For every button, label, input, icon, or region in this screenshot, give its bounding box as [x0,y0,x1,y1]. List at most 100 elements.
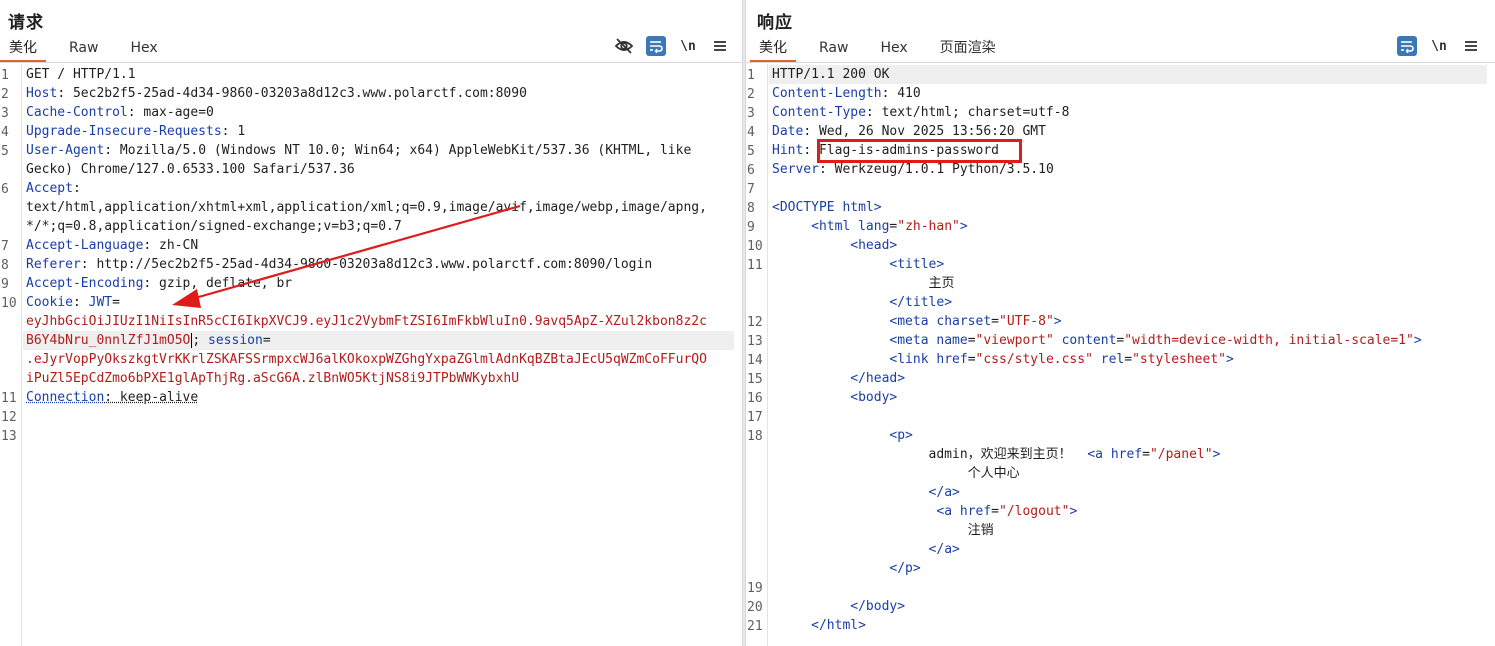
code-token: <meta [889,333,937,348]
code-line[interactable]: Accept-Language: zh-CN [26,236,736,255]
code-line[interactable]: text/html,application/xhtml+xml,applicat… [26,198,736,217]
code-token: rel [1100,352,1125,367]
code-token: > [1225,352,1234,367]
code-line[interactable]: </a> [772,483,1489,502]
code-token: Accept-Language [26,238,144,253]
code-line[interactable]: Content-Type: text/html; charset=utf-8 [772,103,1489,122]
line-number: 12 [1,410,17,425]
code-line[interactable]: B6Y4bNru_0nnlZfJ1mO5O; session= [26,331,736,350]
request-tab-hex[interactable]: Hex [121,38,166,62]
code-line[interactable]: Accept: [26,179,736,198]
request-title: 请求 [8,13,44,33]
code-line[interactable]: eyJhbGciOiJIUzI1NiIsInR5cCI6IkpXVCJ9.eyJ… [26,312,736,331]
code-line[interactable]: Date: Wed, 26 Nov 2025 13:56:20 GMT [772,122,1489,141]
code-token: = [991,504,999,519]
code-token: Host [26,86,58,101]
word-wrap-icon[interactable] [1397,36,1417,56]
code-line[interactable]: </html> [772,616,1489,635]
code-token: "UTF-8" [999,314,1054,329]
code-line[interactable]: Cache-Control: max-age=0 [26,103,736,122]
code-token: "viewport" [975,333,1062,348]
code-token: </html> [811,618,866,633]
code-line[interactable]: Gecko) Chrome/127.0.6533.100 Safari/537.… [26,160,736,179]
code-token: > [959,219,968,234]
code-line[interactable]: <p> [772,426,1489,445]
response-editor[interactable]: 1 HTTP/1.1 200 OK 2 Content-Length: 410 3 Con… [746,64,1495,646]
code-token: <title> [889,257,945,272]
code-line[interactable]: .eJyrVopPyOkszkgtVrKKrlZSKAFSSrmpxcWJ6al… [26,350,736,369]
code-token: <link [889,352,937,367]
code-token: : Wed, 26 Nov 2025 13:56:20 GMT [803,124,1046,139]
code-line[interactable]: Upgrade-Insecure-Requests: 1 [26,122,736,141]
code-token: = [112,295,120,310]
line-number: 21 [747,619,763,634]
code-line[interactable]: <title> [772,255,1489,274]
code-line[interactable]: Referer: http://5ec2b2f5-25ad-4d34-9860-… [26,255,736,274]
code-line[interactable]: <DOCTYPE html> [772,198,1489,217]
word-wrap-icon[interactable] [646,36,666,56]
code-line[interactable]: <meta name="viewport" content="width=dev… [772,331,1489,350]
line-number: 14 [747,353,763,368]
newline-toggle[interactable]: \n [1429,36,1449,56]
code-token: name [936,333,968,348]
code-line[interactable]: Cookie: JWT= [26,293,736,312]
code-line[interactable]: GET / HTTP/1.1 [26,65,736,84]
code-token: : zh-CN [143,238,199,253]
code-line[interactable]: 注销 [772,521,1489,540]
request-tab-raw[interactable]: Raw [60,38,107,62]
code-line[interactable]: Host: 5ec2b2f5-25ad-4d34-9860-03203a8d12… [26,84,736,103]
code-line[interactable]: <body> [772,388,1489,407]
menu-icon[interactable] [1461,36,1481,56]
code-line[interactable]: 主页 [772,274,1489,293]
code-line[interactable]: Connection: keep-alive [26,388,736,407]
code-line[interactable]: <html lang="zh-han"> [772,217,1489,236]
code-line[interactable]: </a> [772,540,1489,559]
code-line[interactable]: </title> [772,293,1489,312]
code-line[interactable]: HTTP/1.1 200 OK [772,65,1489,84]
request-tab-pretty[interactable]: 美化 [0,38,46,62]
code-line[interactable]: <link href="css/style.css" rel="styleshe… [772,350,1489,369]
code-line[interactable]: Server: Werkzeug/1.0.1 Python/3.5.10 [772,160,1489,179]
code-token: <head> [850,238,898,253]
code-token: eyJhbGciOiJIUzI1NiIsInR5cCI6IkpXVCJ9.eyJ… [26,314,707,329]
code-line[interactable]: Content-Length: 410 [772,84,1489,103]
code-line[interactable]: 个人中心 [772,464,1489,483]
code-line[interactable]: </p> [772,559,1489,578]
response-tab-hex[interactable]: Hex [871,38,916,62]
code-line[interactable]: <meta charset="UTF-8"> [772,312,1489,331]
line-number: 5 [1,144,9,159]
code-line[interactable]: <head> [772,236,1489,255]
code-token: href [1110,447,1143,462]
code-token: "stylesheet" [1132,352,1226,367]
response-tab-pretty[interactable]: 美化 [750,38,796,62]
code-line[interactable]: admin，欢迎来到主页！ <a href="/panel"> [772,445,1489,464]
response-tab-raw[interactable]: Raw [810,38,857,62]
response-tab-render[interactable]: 页面渲染 [931,38,1005,62]
code-token: href [936,352,968,367]
code-line[interactable]: </head> [772,369,1489,388]
code-line[interactable]: Hint: Flag-is-admins-password [772,141,1489,160]
code-token: Server [772,162,819,177]
code-line[interactable]: */*;q=0.8,application/signed-exchange;v=… [26,217,736,236]
line-number: 16 [747,391,763,406]
code-line[interactable]: Accept-Encoding: gzip, deflate, br [26,274,736,293]
code-line[interactable]: <a href="/logout"> [772,502,1489,521]
hide-nonprintable-icon[interactable] [614,36,634,56]
code-line[interactable]: </body> [772,597,1489,616]
code-token: = [967,333,976,348]
code-token: : [72,295,89,310]
menu-icon[interactable] [710,36,730,56]
line-number: 4 [747,125,755,140]
newline-toggle[interactable]: \n [678,36,698,56]
request-editor[interactable]: 1 GET / HTTP/1.1 2 Host: 5ec2b2f5-25ad-4d34… [0,64,742,646]
code-line[interactable]: User-Agent: Mozilla/5.0 (Windows NT 10.0… [26,141,736,160]
code-line[interactable]: iPuZl5EpCdZmo6bPXE1glApThjRg.aScG6A.zlBn… [26,369,736,388]
code-token: Accept-Encoding [26,276,144,291]
code-token: : http://5ec2b2f5-25ad-4d34-9860-03203a8… [80,257,653,272]
code-token: : max-age=0 [127,105,214,120]
line-number: 13 [747,334,763,349]
line-number: 1 [747,68,755,83]
line-number: 8 [1,258,9,273]
